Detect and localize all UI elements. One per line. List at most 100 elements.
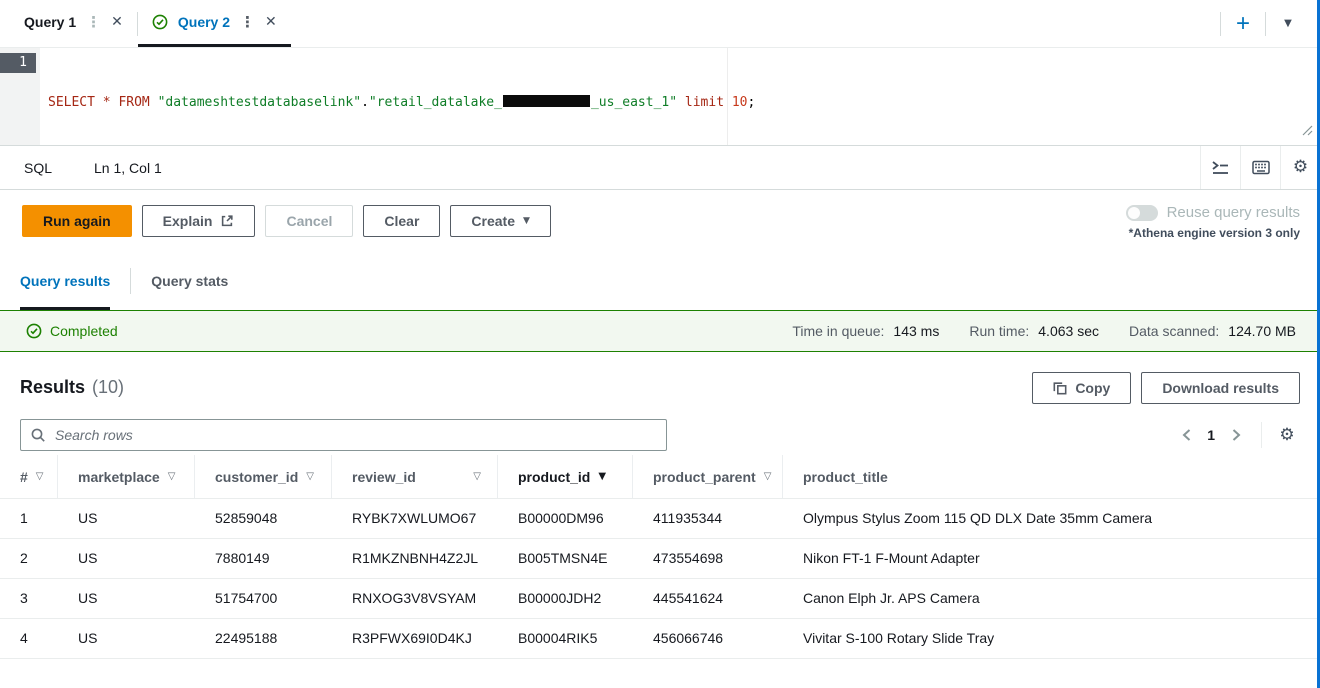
editor-resize-handle[interactable] <box>1302 123 1313 141</box>
sql-query-text: SELECT * FROM "datameshtestdatabaselink"… <box>48 93 755 113</box>
external-link-icon <box>220 214 234 228</box>
table-cell-marketplace: US <box>78 630 98 646</box>
column-header-product_parent[interactable]: product_parent ▽ <box>633 455 783 498</box>
toggle-knob <box>1127 206 1140 219</box>
tab-query-results[interactable]: Query results <box>20 252 111 310</box>
column-header-review_id[interactable]: review_id ▽ <box>332 455 498 498</box>
table-header-row: # ▽ marketplace ▽ customer_id ▽ review_id ▽ prod… <box>0 455 1320 499</box>
kebab-menu-icon[interactable]: ⋮ <box>240 14 255 30</box>
tab-query-stats[interactable]: Query stats <box>151 252 228 310</box>
check-circle-icon <box>152 14 168 30</box>
new-tab-button[interactable]: + <box>1221 11 1265 36</box>
table-cell-marketplace: US <box>78 510 98 526</box>
sql-token-string: "retail_datalake_ <box>368 95 502 110</box>
sort-icon: ▽ <box>306 471 314 482</box>
divider <box>1261 422 1262 448</box>
metric-time-in-queue: Time in queue: 143 ms <box>792 323 940 339</box>
divider <box>130 268 132 294</box>
search-rows-input[interactable] <box>53 426 657 444</box>
sql-token-plain <box>677 95 685 110</box>
reuse-toggle-label: Reuse query results <box>1166 204 1300 221</box>
sort-icon: ▽ <box>473 471 481 482</box>
results-title: Results <box>20 377 86 397</box>
table-cell-review_id: R3PFWX69I0D4KJ <box>352 630 472 646</box>
sql-editor[interactable]: 1 SELECT * FROM "datameshtestdatabaselin… <box>0 48 1320 145</box>
column-header-num[interactable]: # ▽ <box>0 455 58 498</box>
editor-gutter: 1 <box>0 48 40 145</box>
close-tab-icon[interactable]: ✕ <box>111 15 123 29</box>
column-header-product_id[interactable]: product_id ▼ <box>498 455 633 498</box>
editor-content[interactable]: SELECT * FROM "datameshtestdatabaselink"… <box>40 48 755 145</box>
results-actions: Copy Download results <box>1032 371 1300 404</box>
tab-query-1[interactable]: Query 1 ⋮ ✕ <box>10 0 137 47</box>
table-row-3: 3 US 51754700 RNXOG3V8VSYAM B00000JDH2 445541… <box>0 579 1320 619</box>
sql-token-string: _us_east_1" <box>590 95 678 110</box>
table-row-1: 1 US 52859048 RYBK7XWLUMO67 B00000DM96 411935… <box>0 499 1320 539</box>
table-cell-customer_id: 52859048 <box>215 510 278 526</box>
table-cell-product_id: B00004RIK5 <box>518 630 598 646</box>
query-metrics: Time in queue: 143 ms Run time: 4.063 se… <box>792 323 1296 339</box>
table-cell-product_id: B005TMSN4E <box>518 550 608 566</box>
table-preferences-button[interactable]: ⚙ <box>1274 422 1300 448</box>
editor-settings-button[interactable]: ⚙ <box>1281 146 1320 189</box>
tab-list-dropdown-icon[interactable]: ▼ <box>1266 18 1310 29</box>
status-text: Completed <box>50 323 118 339</box>
cursor-position: Ln 1, Col 1 <box>94 159 162 176</box>
table-cell-product_parent: 411935344 <box>653 510 723 526</box>
reuse-results-toggle[interactable] <box>1125 204 1158 221</box>
close-tab-icon[interactable]: ✕ <box>265 15 277 29</box>
sql-token-plain: . <box>361 95 369 110</box>
reuse-toggle-row: Reuse query results <box>1125 204 1300 221</box>
column-header-product_title[interactable]: product_title <box>783 455 1320 498</box>
table-cell-product_parent: 445541624 <box>653 590 724 606</box>
cancel-button[interactable]: Cancel <box>265 205 354 237</box>
column-header-label: review_id <box>352 468 416 485</box>
tab-label: Query results <box>20 272 111 289</box>
format-query-button[interactable] <box>1201 146 1240 189</box>
tab-label: Query stats <box>151 272 229 289</box>
table-cell-product_title: Vivitar S-100 Rotary Slide Tray <box>803 630 995 646</box>
results-table: # ▽ marketplace ▽ customer_id ▽ review_id ▽ prod… <box>0 455 1320 659</box>
check-circle-icon <box>26 323 42 339</box>
column-header-label: product_parent <box>653 468 756 485</box>
query-actions: Run again Explain Cancel Clear Create ▼ … <box>0 190 1320 252</box>
redacted-text <box>502 95 590 107</box>
next-page-button[interactable] <box>1223 422 1249 448</box>
query-status-banner: Completed Time in queue: 143 ms Run time… <box>0 310 1320 352</box>
table-cell-num: 2 <box>20 550 28 566</box>
table-cell-customer_id: 22495188 <box>215 630 278 646</box>
caret-down-icon: ▼ <box>523 216 530 226</box>
table-cell-customer_id: 7880149 <box>215 550 270 566</box>
run-again-button[interactable]: Run again <box>22 205 132 237</box>
current-page-number[interactable]: 1 <box>1207 427 1215 443</box>
create-button[interactable]: Create ▼ <box>450 205 551 237</box>
clear-button[interactable]: Clear <box>363 205 441 237</box>
download-results-button[interactable]: Download results <box>1141 371 1300 404</box>
column-header-marketplace[interactable]: marketplace ▽ <box>58 455 195 498</box>
table-row-2: 2 US 7880149 R1MKZNBNH4Z2JL B005TMSN4E 473554… <box>0 539 1320 579</box>
sql-token-plain: ; <box>747 95 756 110</box>
copy-label: Copy <box>1075 379 1111 396</box>
column-header-customer_id[interactable]: customer_id ▽ <box>195 455 332 498</box>
status-indicator: Completed <box>26 323 118 339</box>
sort-icon: ▽ <box>167 471 176 482</box>
results-toolbar: 1 ⚙ <box>0 415 1320 455</box>
explain-button[interactable]: Explain <box>141 205 256 237</box>
table-cell-review_id: RNXOG3V8VSYAM <box>352 590 477 606</box>
results-count: (10) <box>92 377 125 397</box>
metric-run-time: Run time: 4.063 sec <box>969 323 1099 339</box>
table-cell-marketplace: US <box>78 550 98 566</box>
table-cell-review_id: RYBK7XWLUMO67 <box>352 510 477 526</box>
sql-token-number: 10 <box>731 95 748 110</box>
tab-label: Query 1 <box>24 14 77 30</box>
previous-page-button[interactable] <box>1173 422 1199 448</box>
tab-query-2[interactable]: Query 2 ⋮ ✕ <box>137 0 291 47</box>
pagination: 1 ⚙ <box>1173 422 1300 448</box>
query-tab-bar: Query 1 ⋮ ✕ Query 2 ⋮ ✕ + ▼ <box>0 0 1320 48</box>
table-cell-marketplace: US <box>78 590 98 606</box>
copy-button[interactable]: Copy <box>1032 371 1132 404</box>
keyboard-shortcuts-button[interactable] <box>1241 146 1280 189</box>
copy-icon <box>1053 381 1067 395</box>
kebab-menu-icon[interactable]: ⋮ <box>86 14 101 30</box>
search-icon <box>30 427 46 443</box>
